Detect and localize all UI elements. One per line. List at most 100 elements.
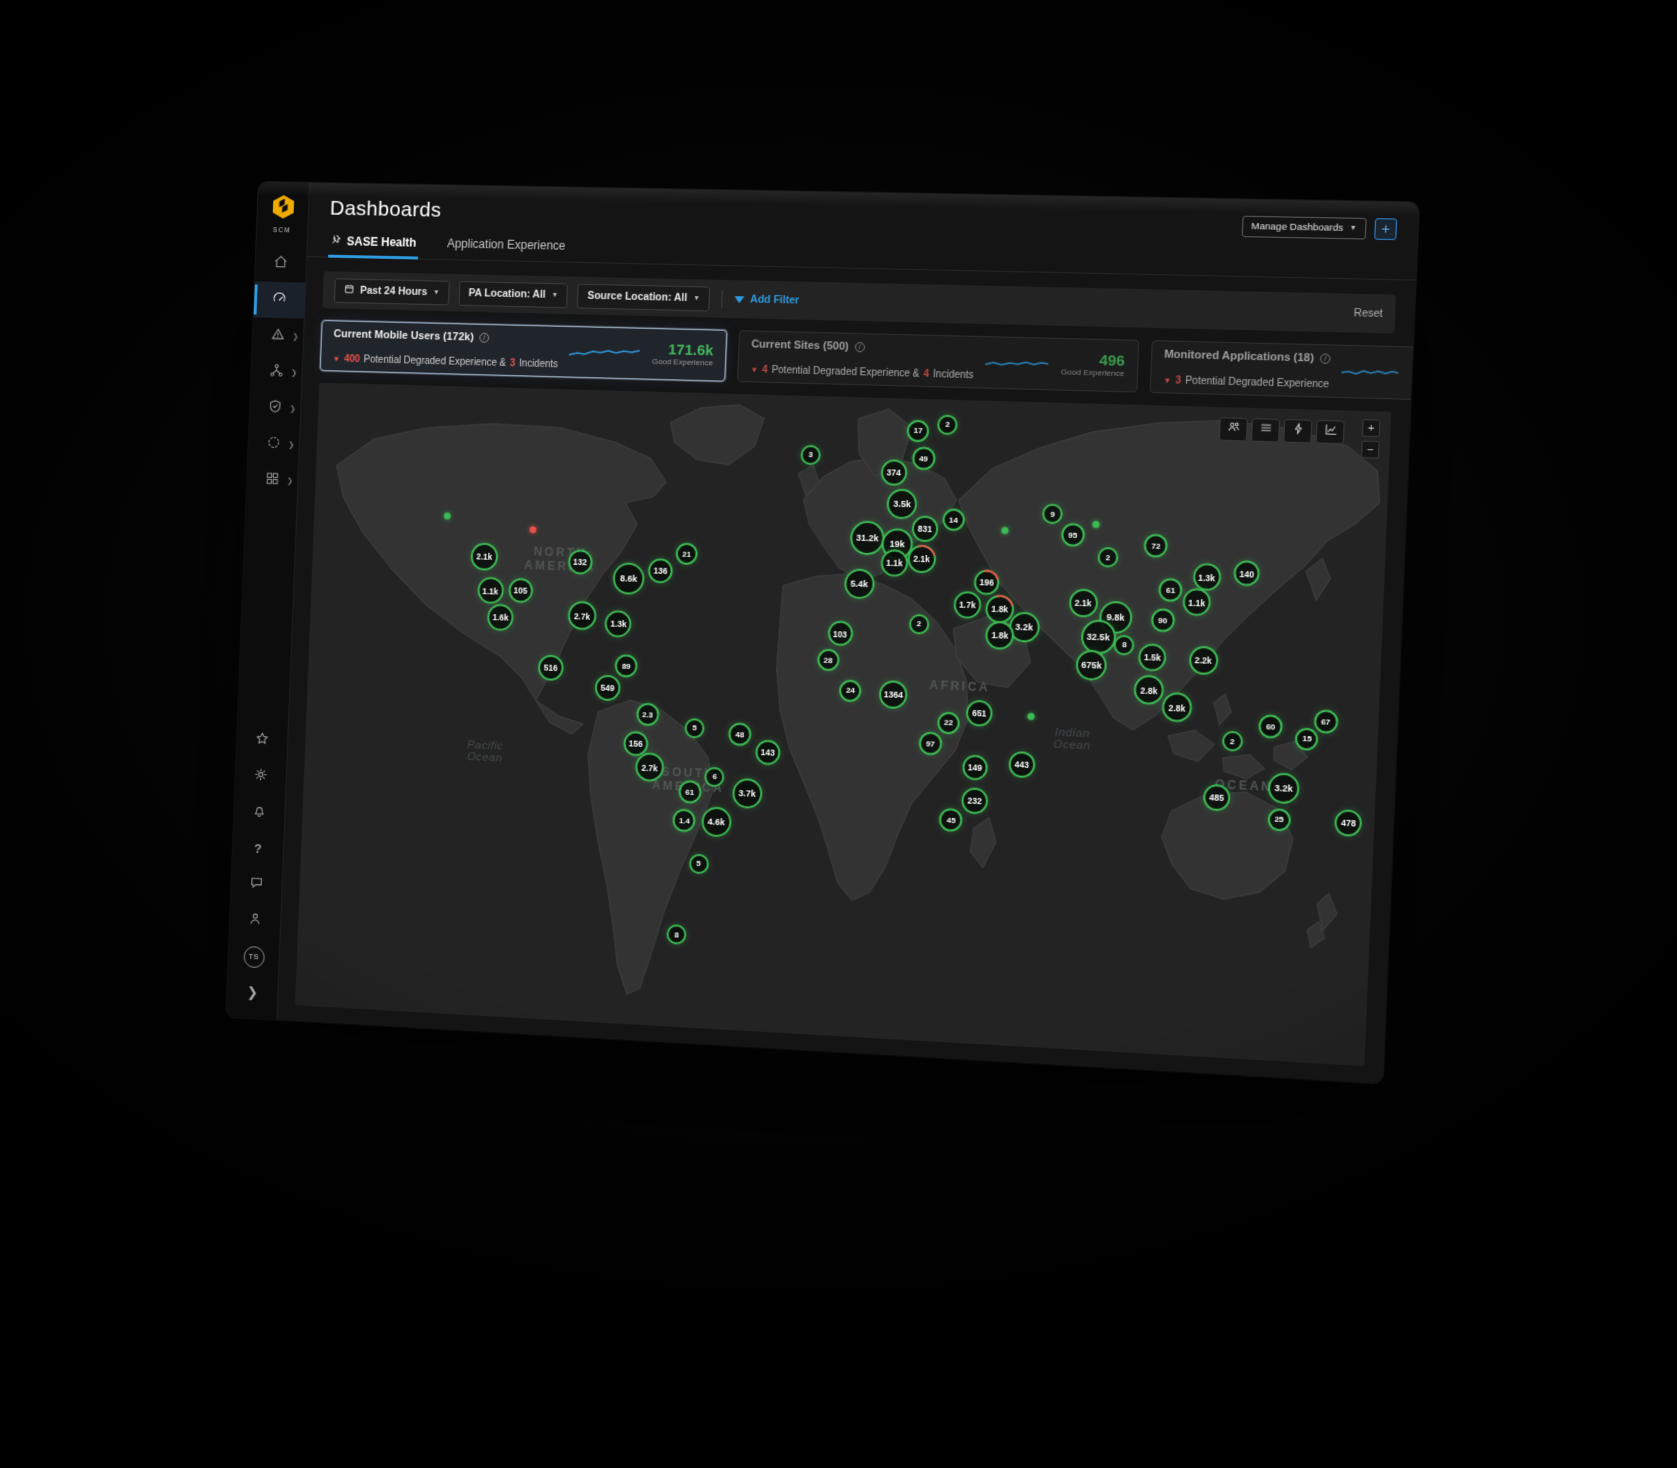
sidebar-item-reports[interactable]: ❯ — [246, 462, 299, 500]
caret-down-icon: ▼ — [332, 355, 340, 364]
map-list-toggle[interactable] — [1251, 418, 1280, 442]
reports-icon — [264, 469, 281, 491]
sidebar-item-help[interactable]: ? — [232, 829, 284, 868]
sidebar-avatar[interactable]: TS — [228, 937, 280, 976]
sparkline — [1340, 364, 1399, 382]
zoom-out-button[interactable]: − — [1361, 441, 1380, 459]
dotted-circle-icon — [265, 433, 282, 455]
chevron-right-icon: ❯ — [287, 477, 294, 485]
kpi-caption: Good Experience — [652, 358, 713, 368]
tab-label: Application Experience — [447, 237, 566, 253]
sparkline — [984, 355, 1050, 373]
time-range-dropdown[interactable]: Past 24 Hours ▼ — [334, 278, 450, 305]
source-location-dropdown[interactable]: Source Location: All ▼ — [577, 283, 710, 311]
incident-count: 4 — [923, 369, 929, 380]
sidebar-item-network[interactable]: ❯ — [250, 353, 303, 390]
chevron-down-icon: ▼ — [433, 289, 440, 296]
kpi-value-block: 171.6k Good Experience — [652, 342, 714, 369]
kpi-card-mobile-users[interactable]: Current Mobile Users (172k) i ▼ 400 Pote… — [320, 320, 727, 382]
kpi-caption: Good Experience — [1411, 378, 1418, 389]
help-icon: ? — [254, 841, 262, 856]
chat-icon — [248, 873, 265, 895]
manage-dashboards-label: Manage Dashboards — [1251, 220, 1343, 233]
tab-sase-health[interactable]: SASE Health — [328, 230, 419, 258]
kpi-value-block: 15 Good Experience — [1411, 361, 1418, 389]
gear-icon — [252, 765, 269, 787]
sidebar-item-chat[interactable] — [230, 865, 282, 904]
stage: SCM ❯ ❯ — [0, 0, 1677, 1468]
add-filter-label: Add Filter — [750, 293, 799, 306]
sidebar-item-incidents[interactable]: ❯ — [252, 317, 305, 354]
kpi-left: Current Sites (500) i ▼ 4 Potential Degr… — [750, 338, 975, 381]
sidebar-collapse-button[interactable]: ❯ — [226, 973, 278, 1012]
degraded-count: 3 — [1175, 375, 1181, 386]
incident-text: Incidents — [519, 358, 558, 370]
top-actions: Manage Dashboards ▼ + — [1242, 215, 1398, 239]
kpi-value-block: 496 Good Experience — [1061, 352, 1125, 379]
tab-label: SASE Health — [347, 234, 417, 249]
chart-icon — [1322, 422, 1337, 442]
degraded-text: Potential Degraded Experience & — [364, 354, 507, 369]
dashboard-content: Past 24 Hours ▼ PA Location: All ▼ Sourc… — [277, 257, 1415, 1083]
pa-location-dropdown[interactable]: PA Location: All ▼ — [458, 281, 568, 308]
kpi-card-applications[interactable]: Monitored Applications (18) i ▼ 3 Potent… — [1149, 340, 1419, 402]
kpi-left: Current Mobile Users (172k) i ▼ 400 Pote… — [332, 328, 559, 370]
bolt-icon — [1290, 421, 1305, 441]
map-zoom-controls: + − — [1361, 419, 1380, 458]
sidebar-item-user[interactable] — [229, 901, 281, 940]
incident-count: 3 — [510, 358, 516, 369]
chevron-down-icon: ▼ — [551, 292, 558, 299]
chevron-down-icon: ▼ — [693, 295, 700, 302]
kpi-alert-line: ▼ 3 Potential Degraded Experience — [1163, 375, 1330, 391]
divider — [721, 290, 723, 308]
info-icon[interactable]: i — [479, 333, 489, 343]
avatar-initials: TS — [243, 945, 265, 968]
chevron-right-icon: ❯ — [288, 441, 295, 449]
world-map[interactable]: NORTH AMERICASOUTH AMERICAAFRICAOCEANIAP… — [295, 383, 1391, 1067]
zoom-in-button[interactable]: + — [1362, 419, 1381, 437]
add-filter-button[interactable]: Add Filter — [734, 293, 799, 306]
incidents-icon — [269, 325, 286, 347]
degraded-count: 4 — [762, 365, 768, 376]
info-icon[interactable]: i — [1320, 353, 1331, 363]
add-dashboard-button[interactable]: + — [1374, 218, 1397, 240]
kpi-value: 15 — [1412, 361, 1419, 380]
manage-dashboards-button[interactable]: Manage Dashboards ▼ — [1242, 215, 1367, 239]
sidebar-item-operations[interactable]: ❯ — [247, 426, 300, 464]
degraded-count: 400 — [344, 354, 360, 365]
degraded-text: Potential Degraded Experience — [1185, 376, 1329, 391]
list-icon — [1258, 420, 1273, 440]
chevron-down-icon: ▼ — [1349, 224, 1357, 231]
map-bolt-toggle[interactable] — [1283, 419, 1312, 443]
brand-logo[interactable]: SCM — [270, 194, 296, 234]
info-icon[interactable]: i — [854, 342, 864, 352]
sidebar-spacer — [263, 498, 272, 722]
chevron-right-icon: ❯ — [291, 369, 298, 377]
logo-label: SCM — [273, 227, 291, 234]
kpi-title: Monitored Applications (18) — [1164, 349, 1314, 365]
sidebar-item-settings[interactable] — [235, 757, 287, 795]
map-chart-toggle[interactable] — [1316, 420, 1345, 444]
star-icon — [254, 729, 271, 751]
funnel-icon — [734, 296, 744, 303]
dashboards-icon — [271, 289, 288, 311]
kpi-card-sites[interactable]: Current Sites (500) i ▼ 4 Potential Degr… — [737, 330, 1139, 392]
map-users-toggle[interactable] — [1219, 417, 1248, 441]
sidebar-item-dashboards[interactable] — [253, 281, 306, 318]
collapse-icon: ❯ — [246, 984, 258, 1001]
sidebar-item-favorites[interactable] — [236, 721, 288, 759]
incident-text: Incidents — [933, 369, 974, 381]
tab-application-experience[interactable]: Application Experience — [445, 233, 568, 262]
kpi-left: Monitored Applications (18) i ▼ 3 Potent… — [1163, 349, 1331, 391]
sidebar-item-security[interactable]: ❯ — [249, 390, 302, 428]
reset-button[interactable]: Reset — [1354, 307, 1383, 320]
sidebar-item-home[interactable] — [254, 245, 307, 282]
map-cluster-bubble[interactable]: 2.1k — [907, 544, 936, 573]
home-icon — [272, 253, 289, 275]
sidebar-item-notifications[interactable] — [233, 793, 285, 831]
degraded-text: Potential Degraded Experience & — [771, 365, 919, 380]
world-map-svg — [295, 383, 1391, 1067]
scm-logo-icon — [270, 194, 296, 225]
bell-icon — [251, 801, 268, 823]
sparkline — [568, 344, 641, 362]
